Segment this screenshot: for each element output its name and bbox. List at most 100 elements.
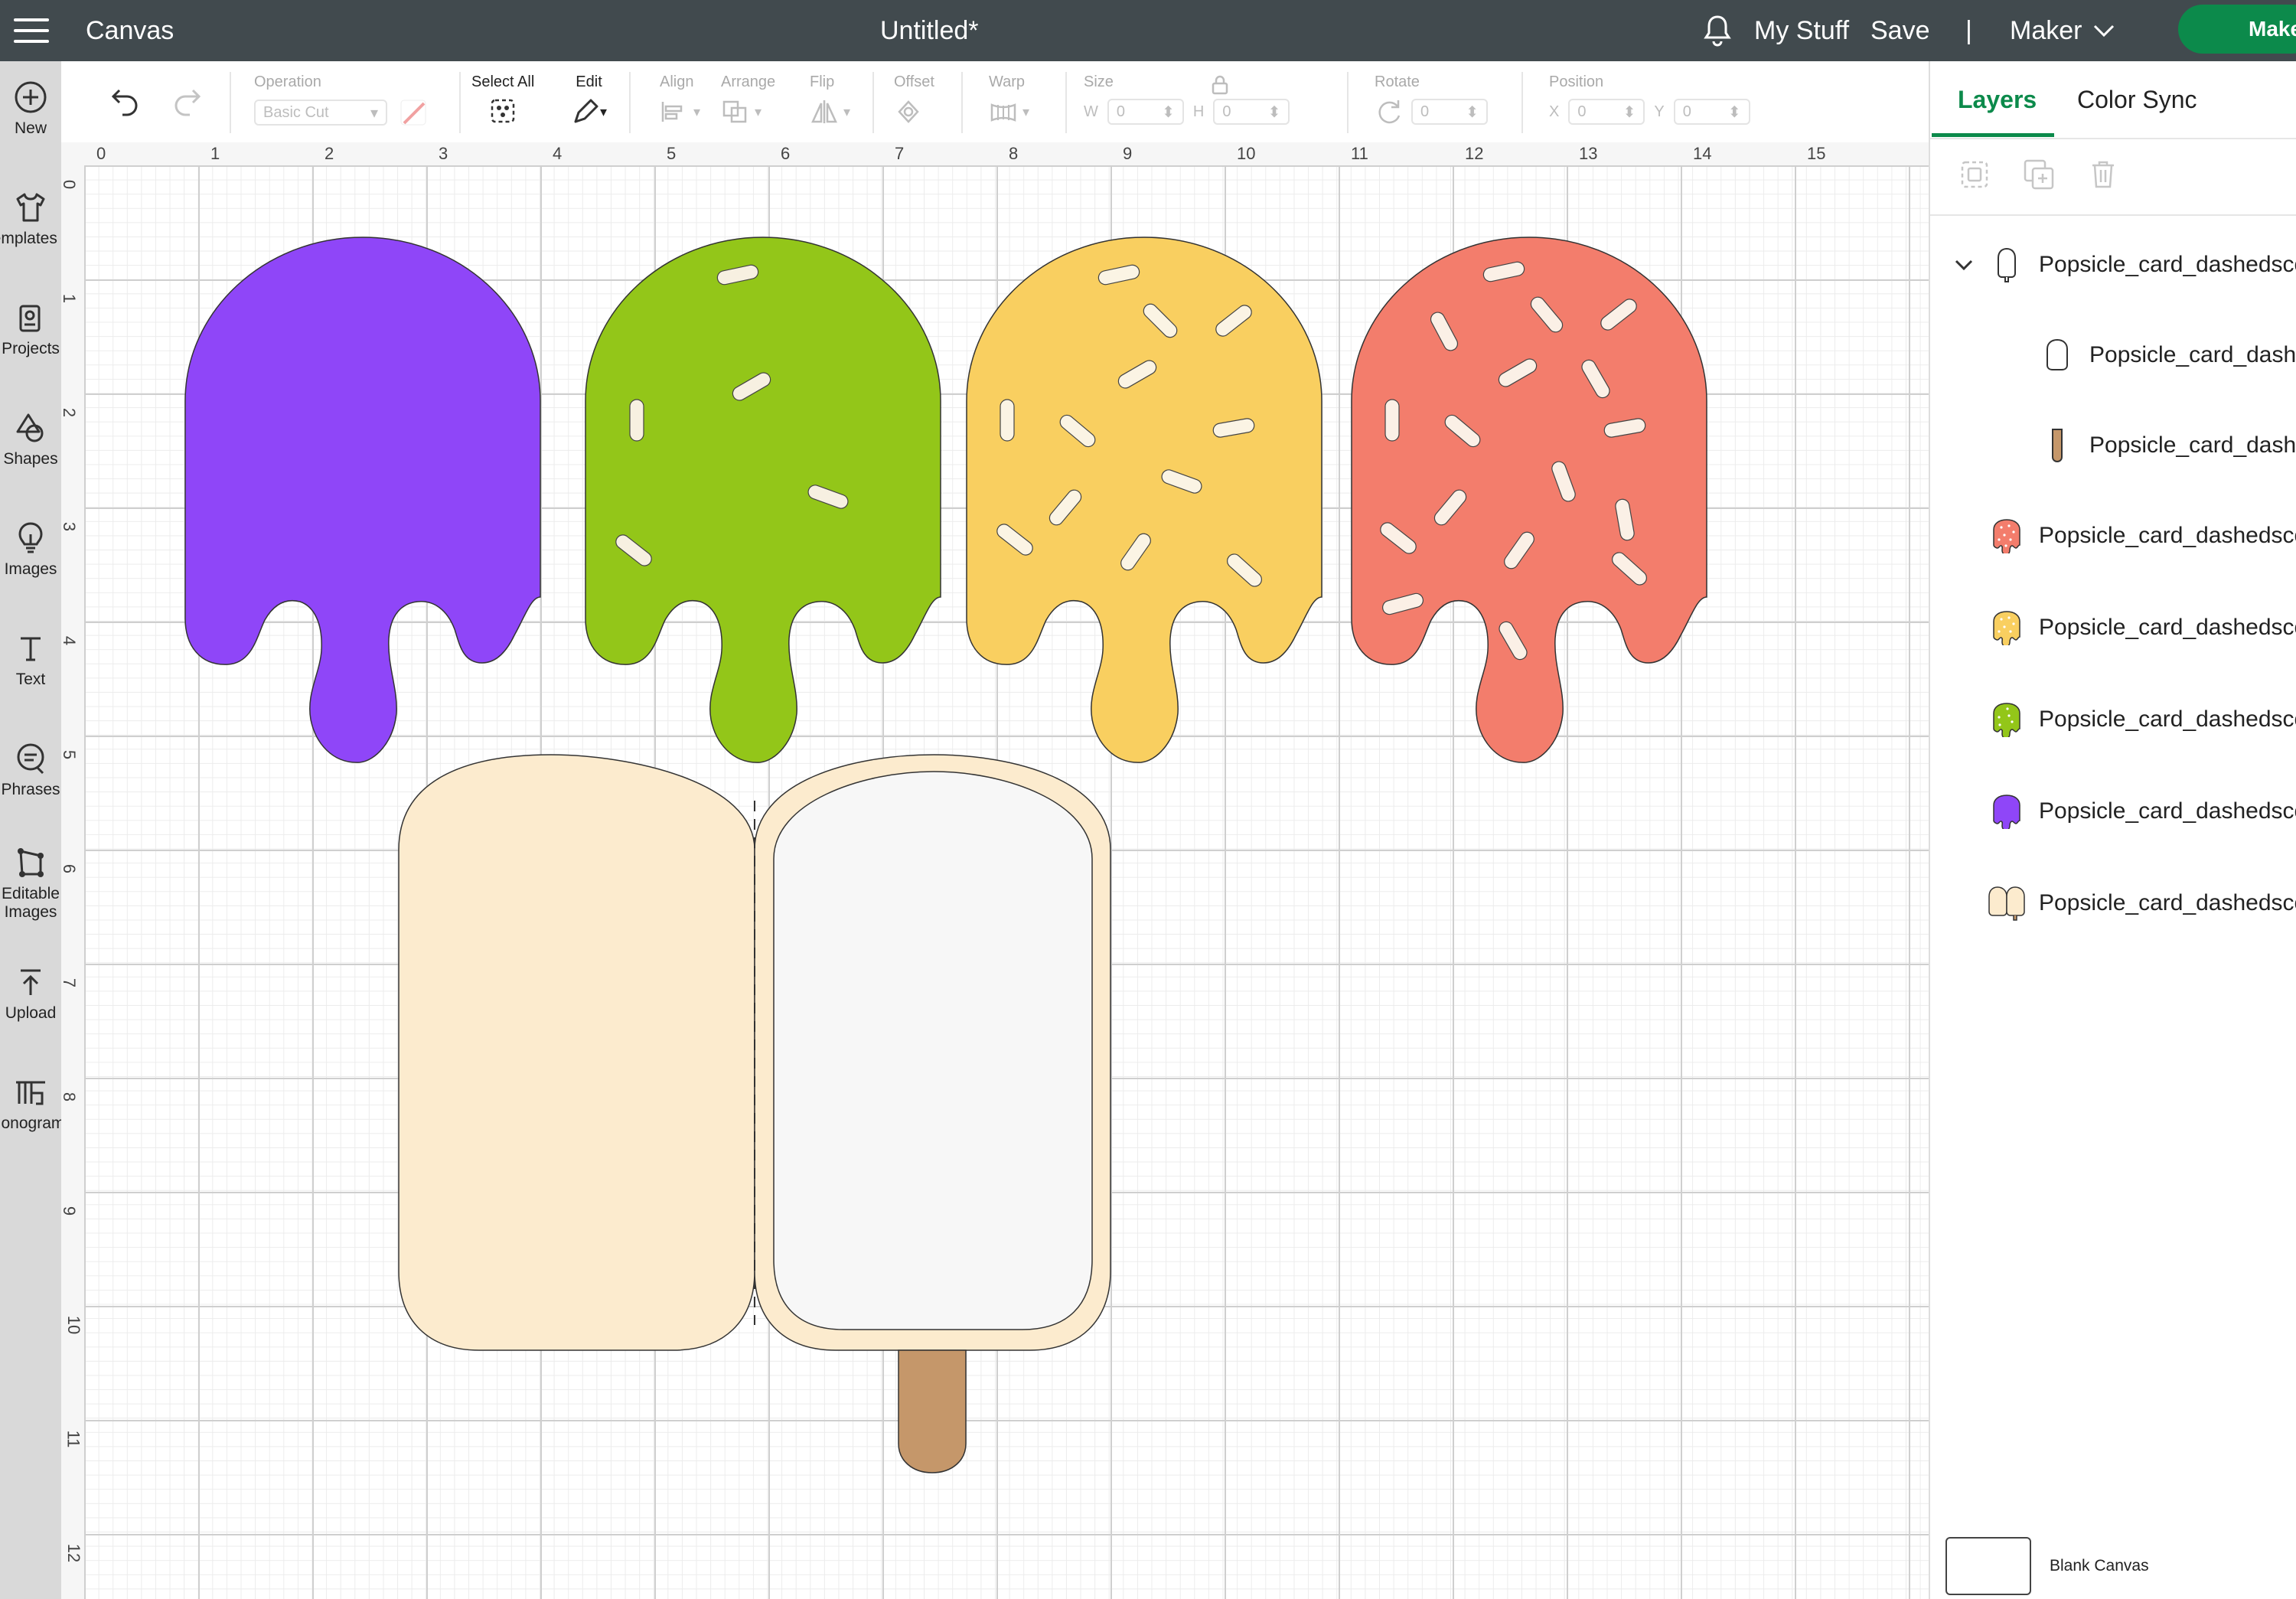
popsicle-stick-shape[interactable]	[898, 1349, 967, 1473]
height-input[interactable]: 0 ⬍	[1213, 99, 1290, 125]
width-label: W	[1084, 103, 1098, 120]
layer-row-sub[interactable]: Popsicle_card_dashedscore	[1930, 407, 2296, 484]
layer-row-group[interactable]: Popsicle_card_dashedscore	[1930, 227, 2296, 303]
size-group: Size W 0 ⬍ H 0 ⬍	[1084, 73, 1290, 125]
blank-canvas-swatch[interactable]	[1945, 1537, 2031, 1595]
trash-icon[interactable]	[2086, 158, 2120, 191]
my-stuff-link[interactable]: My Stuff	[1754, 0, 1849, 61]
chevron-down-icon	[2094, 24, 2115, 38]
undo-icon[interactable]	[109, 84, 142, 122]
layer-row[interactable]: Popsicle_card_dashedscore	[1930, 498, 2296, 574]
phrases-icon	[17, 743, 44, 775]
editable-images-button[interactable]: Editable Images	[0, 845, 61, 922]
lock-icon[interactable]	[1211, 75, 1229, 99]
width-value: 0	[1116, 103, 1126, 120]
warp-group[interactable]: Warp ▾	[989, 73, 1029, 125]
layer-row[interactable]: Popsicle_card_dashedscore	[1930, 773, 2296, 850]
upload-icon	[21, 969, 41, 995]
tab-color-sync[interactable]: Color Sync	[2077, 86, 2197, 114]
duplicate-icon[interactable]	[2022, 158, 2056, 191]
phrases-button[interactable]: Phrases	[0, 741, 61, 799]
green-drip-shape[interactable]	[585, 237, 941, 763]
position-group: Position X 0 ⬍ Y 0 ⬍	[1549, 73, 1750, 125]
height-value: 0	[1222, 103, 1231, 120]
purple-drip-shape[interactable]	[184, 237, 541, 763]
layer-name: Popsicle_card_dashedscore	[2089, 432, 2296, 458]
coral-drip-shape[interactable]	[1351, 237, 1707, 763]
pencil-icon	[574, 99, 598, 123]
coral-drip-thumb-icon	[1991, 517, 2022, 555]
shapes-label: Shapes	[3, 450, 58, 468]
stepper-icon: ⬍	[1162, 103, 1175, 121]
operation-group: Operation Basic Cut ▾	[254, 73, 429, 128]
layer-row[interactable]: Popsicle_card_dashedscore	[1930, 865, 2296, 941]
layers-panel: Layers Color Sync Popsicle_card_dashedsc…	[1929, 61, 2296, 1599]
flip-group[interactable]: Flip ▾	[810, 73, 850, 125]
arrange-group[interactable]: Arrange ▾	[721, 73, 775, 125]
rotate-label: Rotate	[1375, 73, 1420, 90]
images-label: Images	[4, 560, 57, 578]
layer-row-sub[interactable]: Popsicle_card_dashedscore	[1930, 317, 2296, 393]
warp-label: Warp	[989, 73, 1026, 90]
projects-button[interactable]: Projects	[0, 300, 61, 358]
offset-label: Offset	[894, 73, 934, 90]
redo-icon[interactable]	[170, 84, 204, 122]
size-label: Size	[1084, 73, 1114, 90]
select-all-button[interactable]: Select All	[471, 73, 534, 126]
position-label: Position	[1549, 73, 1604, 90]
hamburger-menu-icon[interactable]	[11, 0, 52, 61]
layer-row[interactable]: Popsicle_card_dashedscore	[1930, 589, 2296, 666]
cream-card-shape[interactable]	[398, 754, 755, 1351]
document-title[interactable]: Untitled*	[880, 0, 979, 61]
projects-icon	[19, 305, 41, 332]
warp-icon	[990, 103, 1016, 122]
shapes-icon	[16, 413, 44, 442]
edit-label: Edit	[576, 73, 602, 90]
left-toolbar: New Templates Projects Shapes Images Tex…	[0, 61, 61, 1599]
no-color-swatch-icon[interactable]	[398, 97, 429, 128]
layer-name: Popsicle_card_dashedscore	[2039, 706, 2296, 732]
group-icon[interactable]	[1958, 158, 1991, 191]
save-button[interactable]: Save	[1870, 0, 1930, 61]
machine-name: Maker	[2010, 15, 2082, 45]
position-x-input[interactable]: 0 ⬍	[1568, 99, 1645, 125]
yellow-drip-shape[interactable]	[966, 237, 1322, 763]
chevron-down-icon[interactable]	[1953, 257, 1975, 272]
monogram-icon	[16, 1081, 45, 1105]
templates-button[interactable]: Templates	[0, 190, 61, 248]
edit-button[interactable]: Edit ▾	[571, 73, 607, 126]
popsicle-outline-shape[interactable]	[754, 754, 1111, 1351]
images-button[interactable]: Images	[0, 520, 61, 579]
operation-select[interactable]: Basic Cut ▾	[254, 100, 387, 126]
align-group[interactable]: Align ▾	[660, 73, 700, 125]
layer-row[interactable]: Popsicle_card_dashedscore	[1930, 681, 2296, 758]
rotate-input[interactable]: 0 ⬍	[1411, 99, 1488, 125]
yellow-drip-thumb-icon	[1991, 609, 2022, 647]
editable-icon	[18, 848, 44, 877]
align-label: Align	[660, 73, 694, 90]
editable-images-label: Images	[4, 903, 57, 921]
offset-group[interactable]: Offset	[894, 73, 934, 125]
machine-selector[interactable]: Maker	[2010, 0, 2115, 61]
text-button[interactable]: Text	[0, 631, 61, 689]
make-button[interactable]: Make	[2178, 5, 2296, 54]
upload-button[interactable]: Upload	[0, 964, 61, 1023]
blank-canvas-toggle[interactable]: Blank Canvas	[1945, 1537, 2149, 1595]
shirt-icon	[16, 193, 45, 222]
topbar-divider: |	[1965, 15, 1972, 45]
monogram-button[interactable]: Monogram	[0, 1075, 61, 1133]
rotate-value: 0	[1420, 103, 1430, 120]
new-button[interactable]: New	[0, 80, 61, 138]
position-y-input[interactable]: 0 ⬍	[1673, 99, 1750, 125]
panel-tabs: Layers Color Sync	[1930, 61, 2296, 139]
arrange-label: Arrange	[721, 73, 776, 90]
tab-layers[interactable]: Layers	[1958, 86, 2037, 114]
offset-icon	[898, 100, 919, 123]
width-input[interactable]: 0 ⬍	[1107, 99, 1184, 125]
bell-icon[interactable]	[1701, 0, 1734, 61]
design-canvas[interactable]: 0 1 2 3 4 5 6 7 8 9 10 11 12 13 14 15 0 1 2 3 4 5 6 7 8 9 10 11 12	[61, 142, 1929, 1599]
layer-name: Popsicle_card_dashedscore	[2039, 523, 2296, 548]
white-rounded-thumb-icon	[2042, 336, 2073, 374]
shapes-button[interactable]: Shapes	[0, 410, 61, 468]
height-label: H	[1192, 103, 1205, 120]
